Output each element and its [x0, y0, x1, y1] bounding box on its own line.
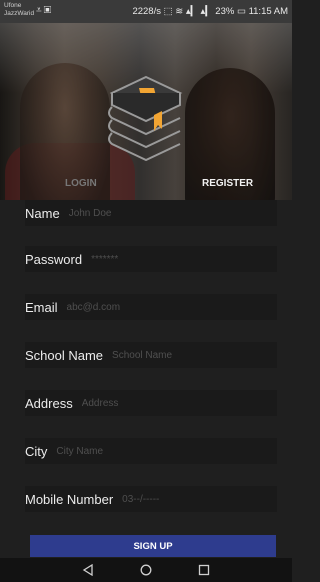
- system-navigation-bar: [0, 558, 292, 582]
- name-field-row: Name: [25, 200, 277, 226]
- school-name-label: School Name: [25, 347, 104, 363]
- city-field-row: City: [25, 438, 277, 464]
- header-banner: LOGIN REGISTER: [0, 23, 292, 200]
- address-input[interactable]: [81, 397, 277, 409]
- home-nav-icon: [140, 564, 152, 576]
- password-field-row: Password: [25, 246, 277, 272]
- password-label: Password: [25, 251, 83, 267]
- signal-icons: ⬚ ≋ ▴▎ ▴▎: [163, 6, 213, 17]
- carrier-line-1: Ufone: [4, 2, 22, 9]
- network-speed: 2228/s: [132, 6, 161, 17]
- battery-level: 23%: [215, 6, 235, 17]
- back-nav-icon: [82, 564, 93, 576]
- school-name-field-row: School Name: [25, 342, 277, 368]
- recents-button[interactable]: [175, 558, 233, 582]
- name-label: Name: [25, 205, 60, 221]
- recents-nav-icon: [198, 564, 210, 576]
- city-label: City: [25, 443, 48, 459]
- address-field-row: Address: [25, 390, 277, 416]
- password-input[interactable]: [91, 253, 277, 265]
- address-label: Address: [25, 395, 73, 411]
- email-field-row: Email: [25, 294, 277, 320]
- city-input[interactable]: [56, 445, 277, 457]
- download-icon: ⩡: [36, 5, 44, 16]
- mobile-number-field-row: Mobile Number: [25, 486, 277, 512]
- name-input[interactable]: [68, 207, 277, 219]
- mobile-number-input[interactable]: [122, 493, 277, 505]
- email-label: Email: [25, 299, 58, 315]
- carrier-line-2: JazzWarid: [4, 10, 35, 17]
- clock: 11:15 AM: [248, 6, 288, 17]
- tab-login[interactable]: LOGIN: [65, 178, 97, 189]
- back-button[interactable]: [59, 558, 117, 582]
- tab-register[interactable]: REGISTER: [202, 178, 253, 189]
- mobile-number-label: Mobile Number: [25, 491, 114, 507]
- battery-icon: ▭: [236, 6, 249, 17]
- status-right: 2228/s ⬚ ≋ ▴▎ ▴▎ 23% ▭ 11:15 AM: [132, 6, 288, 17]
- status-bar: Ufone JazzWarid ⩡▣ 2228/s ⬚ ≋ ▴▎ ▴▎ 23% …: [0, 0, 292, 23]
- sign-up-button[interactable]: SIGN UP: [30, 535, 276, 557]
- notification-icons: ⩡▣: [36, 5, 53, 16]
- carrier-names: Ufone JazzWarid: [4, 2, 34, 18]
- image-icon: ▣: [43, 5, 54, 16]
- school-name-input[interactable]: [112, 349, 277, 361]
- books-logo-icon: [108, 75, 183, 161]
- home-button[interactable]: [117, 558, 175, 582]
- email-input[interactable]: [66, 301, 277, 313]
